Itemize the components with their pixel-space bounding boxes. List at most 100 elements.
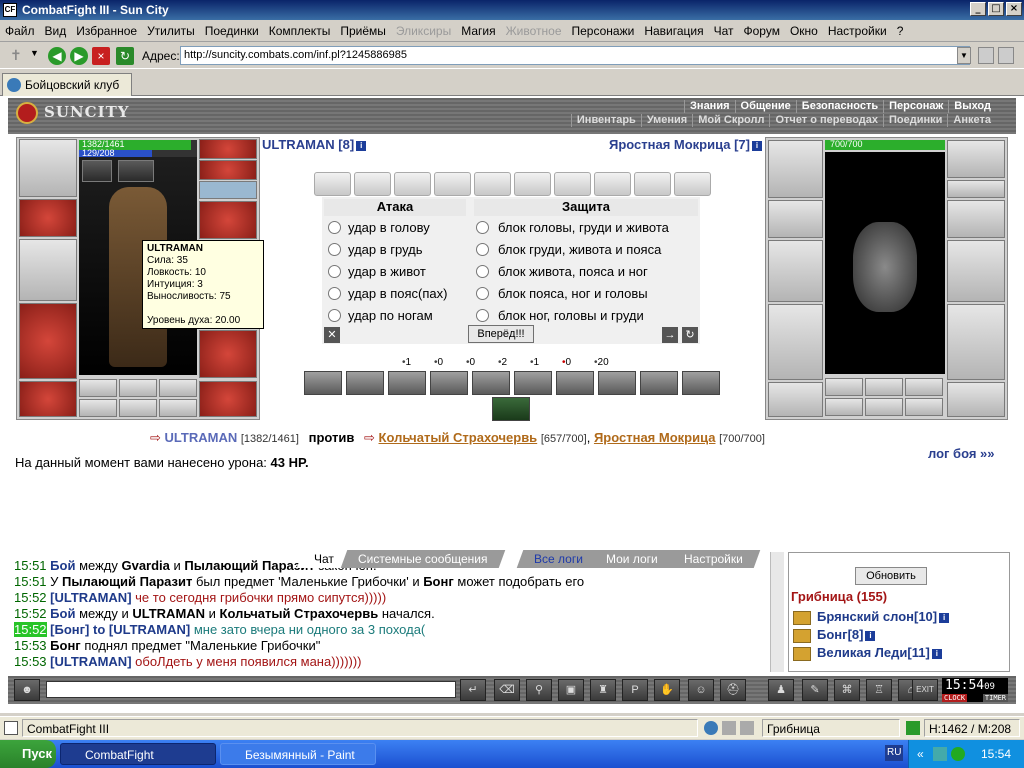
nav-link[interactable]: Общение xyxy=(734,100,796,113)
chat-tab[interactable]: Все логи xyxy=(516,550,601,568)
player-leggings-slot[interactable] xyxy=(199,330,257,378)
fighter-icon[interactable]: ♜ xyxy=(590,679,616,701)
enemy-weapon-slot[interactable] xyxy=(768,240,823,302)
chat-time[interactable]: 15:51 xyxy=(14,574,47,589)
private-icon[interactable]: P xyxy=(622,679,648,701)
player-empty-slot[interactable] xyxy=(79,379,117,397)
skill-slot[interactable] xyxy=(682,371,720,395)
chat-time[interactable]: 15:52 xyxy=(14,622,47,637)
enemy-rings-slot[interactable] xyxy=(947,180,1005,198)
menu-item[interactable]: Вид xyxy=(40,20,72,42)
enemy-bracers-slot[interactable] xyxy=(768,200,823,238)
address-dropdown-icon[interactable]: ▼ xyxy=(957,47,971,64)
scroll-slot[interactable] xyxy=(594,172,631,196)
player-buff-slot[interactable] xyxy=(118,160,154,182)
scroll-slot[interactable] xyxy=(314,172,351,196)
chat-text[interactable]: Бонг xyxy=(423,574,454,589)
enemy-empty-slot[interactable] xyxy=(865,398,903,416)
skill-slot[interactable] xyxy=(514,371,552,395)
network-icon[interactable] xyxy=(933,747,947,761)
enemy-empty-slot[interactable] xyxy=(905,378,943,396)
chat-text[interactable]: [ULTRAMAN] xyxy=(50,654,131,669)
send-icon[interactable]: ↵ xyxy=(460,679,486,701)
menu-item[interactable]: Чат xyxy=(709,20,739,42)
map-icon[interactable]: ⌘ xyxy=(834,679,860,701)
chat-text[interactable]: [ULTRAMAN] xyxy=(50,590,131,605)
player-empty-slot[interactable] xyxy=(79,399,117,417)
close-button[interactable]: × xyxy=(1006,2,1022,16)
menu-item[interactable]: Комплекты xyxy=(264,20,336,42)
chat-time[interactable]: 15:51 xyxy=(14,558,47,573)
online-user[interactable]: Брянский слон[10] i xyxy=(793,609,950,625)
enemy-armor-slot[interactable] xyxy=(768,304,823,380)
versus-enemy1[interactable]: Кольчатый Страхочервь xyxy=(379,430,538,445)
defense-option[interactable]: блок пояса, ног и головы xyxy=(476,283,698,305)
menu-item[interactable]: Настройки xyxy=(823,20,892,42)
scroll-slot[interactable] xyxy=(474,172,511,196)
chat-text[interactable]: Пылающий Паразит xyxy=(62,574,192,589)
skill-slot[interactable] xyxy=(472,371,510,395)
scroll-slot[interactable] xyxy=(354,172,391,196)
skill-slot[interactable] xyxy=(346,371,384,395)
versus-player[interactable]: ULTRAMAN xyxy=(165,430,238,445)
menu-item[interactable]: Утилиты xyxy=(142,20,200,42)
refresh-button[interactable]: Обновить xyxy=(855,567,927,585)
nav-link[interactable]: Отчет о переводах xyxy=(769,114,883,127)
hand-icon[interactable]: ✋ xyxy=(654,679,680,701)
language-indicator[interactable]: RU xyxy=(885,745,904,761)
start-button[interactable]: Пуск xyxy=(0,740,56,768)
skill-slot[interactable] xyxy=(598,371,636,395)
chat-time[interactable]: 15:52 xyxy=(14,606,47,621)
player-empty-slot[interactable] xyxy=(159,399,197,417)
refresh-battle-icon[interactable]: ↻ xyxy=(682,327,698,343)
player-empty-slot[interactable] xyxy=(119,399,157,417)
battle-log-link[interactable]: лог боя »» xyxy=(928,446,995,461)
head-icon[interactable]: ☻ xyxy=(14,679,40,701)
site-logo[interactable]: SUNCITY xyxy=(16,102,129,124)
player-empty-slot[interactable] xyxy=(159,379,197,397)
enemy-empty-slot[interactable] xyxy=(865,378,903,396)
skill-slot-active[interactable] xyxy=(492,397,530,421)
player-boots-slot[interactable] xyxy=(199,381,257,417)
exit-button[interactable]: EXIT xyxy=(912,679,938,701)
tab-fight-club[interactable]: Бойцовский клуб xyxy=(2,73,132,96)
chat-text[interactable]: Бой xyxy=(50,606,75,621)
attack-option[interactable]: удар в пояс(пах) xyxy=(328,283,468,305)
nav-link[interactable]: Умения xyxy=(640,114,692,127)
radio-button[interactable] xyxy=(476,287,489,300)
nav-link[interactable]: Инвентарь xyxy=(570,114,641,127)
chat-time[interactable]: 15:53 xyxy=(14,638,47,653)
nav-link[interactable]: Анкета xyxy=(947,114,996,127)
defense-option[interactable]: блок головы, груди и живота xyxy=(476,217,698,239)
filter-icon[interactable]: ⚲ xyxy=(526,679,552,701)
defense-option[interactable]: блок ног, головы и груди xyxy=(476,305,698,327)
maximize-button[interactable]: □ xyxy=(988,2,1004,16)
chat-time[interactable]: 15:52 xyxy=(14,590,47,605)
player-buff-slot[interactable] xyxy=(82,160,112,182)
skill-slot[interactable] xyxy=(556,371,594,395)
scroll-slot[interactable] xyxy=(434,172,471,196)
scroll-slot[interactable] xyxy=(514,172,551,196)
chat-scrollbar[interactable] xyxy=(770,552,784,672)
enemy-empty-slot[interactable] xyxy=(825,378,863,396)
enemy-boots-slot[interactable] xyxy=(947,382,1005,417)
scroll-slot[interactable] xyxy=(394,172,431,196)
nav-link[interactable]: Мой Скролл xyxy=(692,114,769,127)
enemy-empty-slot[interactable] xyxy=(905,398,943,416)
online-user[interactable]: Великая Леди[11] i xyxy=(793,645,942,661)
smiley-icon[interactable]: ☺ xyxy=(688,679,714,701)
skill-slot[interactable] xyxy=(430,371,468,395)
enemy-portrait[interactable] xyxy=(825,152,945,374)
chat-text[interactable]: [Бонг] xyxy=(50,622,89,637)
back-icon[interactable]: ◀ xyxy=(48,47,66,65)
save-icon[interactable]: ▣ xyxy=(558,679,584,701)
clock-label[interactable]: CLOCK xyxy=(942,694,968,702)
online-user-name[interactable]: Брянский слон xyxy=(817,609,914,624)
defense-option[interactable]: блок живота, пояса и ног xyxy=(476,261,698,283)
chat-tab[interactable]: Настройки xyxy=(666,550,761,568)
nav-link[interactable]: Знания xyxy=(684,100,734,113)
scroll-slot[interactable] xyxy=(674,172,711,196)
player-rings-slot[interactable] xyxy=(199,181,257,199)
menu-item[interactable]: Избранное xyxy=(71,20,142,42)
radio-button[interactable] xyxy=(328,265,341,278)
